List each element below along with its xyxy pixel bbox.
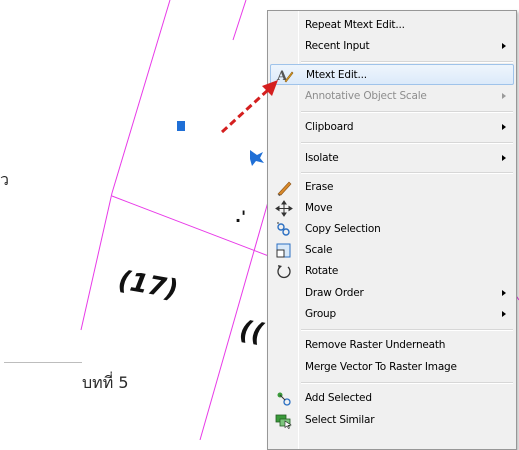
submenu-arrow-icon [502, 124, 506, 130]
menu-item-annotative-object-scale[interactable]: Annotative Object Scale [270, 86, 514, 107]
menu-item-rotate[interactable]: Rotate [270, 261, 514, 282]
select-similar-icon [275, 412, 293, 429]
menu-item-mtext-edit[interactable]: A Mtext Edit... [270, 64, 514, 85]
menu-separator [301, 111, 513, 113]
menu-item-erase[interactable]: Erase [270, 177, 514, 198]
menu-item-label: Repeat Mtext Edit... [305, 19, 405, 31]
eraser-icon [275, 179, 293, 196]
menu-separator [301, 172, 513, 174]
menu-item-merge-vector-to-raster[interactable]: Merge Vector To Raster Image [270, 357, 514, 378]
menu-separator [301, 61, 513, 63]
menu-item-label: Clipboard [305, 121, 354, 133]
menu-item-label: Select Similar [305, 414, 375, 426]
menu-item-label: Annotative Object Scale [305, 90, 427, 102]
blue-grip[interactable] [177, 121, 185, 131]
raster-label-17: (17) [116, 265, 180, 305]
boundary-line [111, 0, 171, 194]
menu-item-draw-order[interactable]: Draw Order [270, 283, 514, 304]
menu-item-isolate[interactable]: Isolate [270, 148, 514, 169]
mtext-edit-icon: A [276, 67, 294, 84]
menu-item-label: Add Selected [305, 392, 372, 404]
raster-text: (17) (( .' ( [116, 170, 275, 349]
submenu-arrow-icon [502, 290, 506, 296]
menu-item-move[interactable]: Move [270, 198, 514, 219]
copy-icon [275, 221, 293, 238]
submenu-arrow-icon [502, 43, 506, 49]
submenu-arrow-icon [502, 155, 506, 161]
menu-item-select-similar[interactable]: Select Similar [270, 410, 514, 431]
submenu-arrow-icon [502, 311, 506, 317]
chapter-caption: บทที่ 5 [82, 373, 129, 392]
menu-separator [301, 382, 513, 384]
page-rule [4, 362, 82, 363]
menu-item-label: Scale [305, 244, 333, 256]
menu-item-label: Rotate [305, 265, 339, 277]
move-icon [275, 200, 293, 217]
menu-item-repeat-mtext-edit[interactable]: Repeat Mtext Edit... [270, 15, 514, 36]
menu-item-label: Remove Raster Underneath [305, 339, 446, 351]
boundary-line [232, 0, 247, 41]
scale-icon [275, 242, 293, 259]
menu-item-label: Erase [305, 181, 334, 193]
rotate-icon [275, 263, 293, 280]
menu-item-clipboard[interactable]: Clipboard [270, 117, 514, 138]
menu-item-remove-raster-underneath[interactable]: Remove Raster Underneath [270, 335, 514, 356]
menu-item-scale[interactable]: Scale [270, 240, 514, 261]
menu-item-label: Recent Input [305, 40, 370, 52]
menu-item-label: Draw Order [305, 287, 364, 299]
boundary-line [80, 192, 113, 331]
menu-item-label: Copy Selection [305, 223, 381, 235]
raster-mark: .' [235, 207, 246, 226]
menu-item-label: Isolate [305, 152, 339, 164]
context-menu: Repeat Mtext Edit... Recent Input A Mtex… [267, 10, 517, 450]
submenu-arrow-icon [502, 93, 506, 99]
menu-separator [301, 142, 513, 144]
menu-item-add-selected[interactable]: Add Selected [270, 388, 514, 409]
menu-item-label: Mtext Edit... [306, 69, 367, 81]
menu-item-recent-input[interactable]: Recent Input [270, 36, 514, 57]
menu-item-copy-selection[interactable]: Copy Selection [270, 219, 514, 240]
add-selected-icon [275, 390, 293, 407]
menu-item-label: Move [305, 202, 333, 214]
blue-grip-star[interactable] [250, 150, 264, 166]
menu-separator [301, 329, 513, 331]
menu-item-label: Merge Vector To Raster Image [305, 361, 457, 373]
menu-item-group[interactable]: Group [270, 304, 514, 325]
left-page-fragment: ว [0, 170, 9, 189]
raster-label-fragment: (( [237, 315, 267, 349]
menu-item-label: Group [305, 308, 336, 320]
